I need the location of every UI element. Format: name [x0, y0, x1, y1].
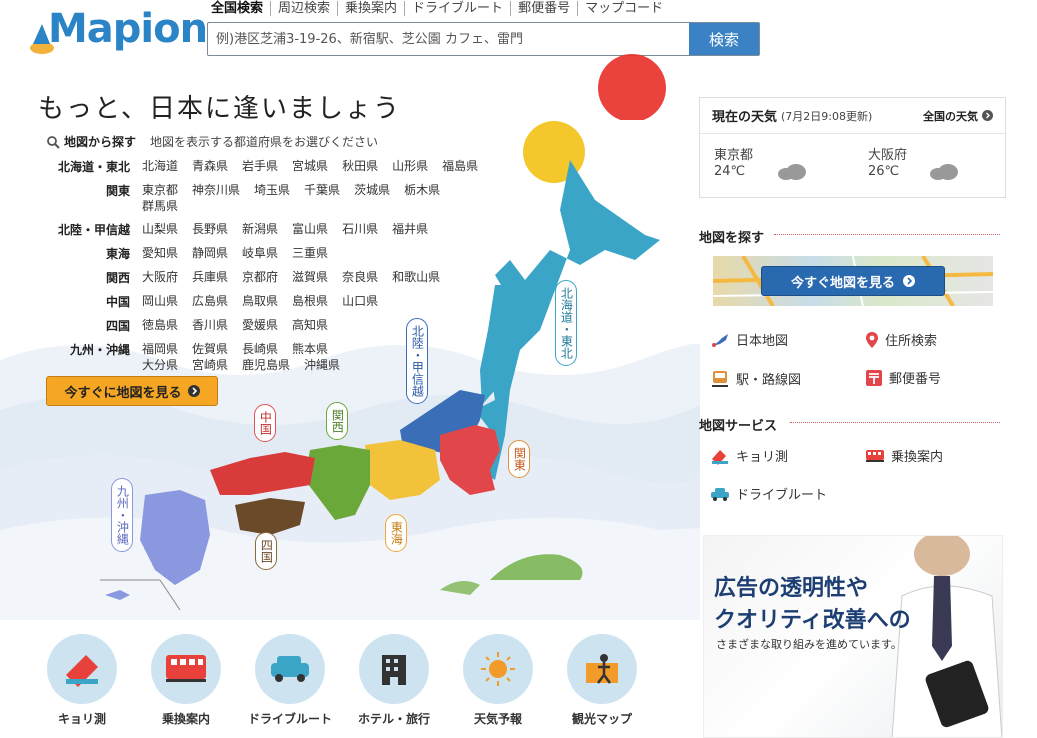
map-region-kyushu [140, 490, 210, 585]
tagline: もっと、日本に逢いましょう [38, 94, 401, 124]
ad-headline-2: クオリティ改善への [714, 608, 911, 633]
link-address-search[interactable]: 住所検索 [865, 330, 937, 349]
tab-nearby-search[interactable]: 周辺検索 [270, 1, 337, 16]
map-region-okinawa [105, 590, 130, 600]
section-divider [774, 234, 1000, 235]
link-label: 住所検索 [885, 334, 938, 349]
link-station-map[interactable]: 駅・路線図 [710, 368, 801, 388]
link-label: キョリ測 [736, 450, 789, 465]
sightseeing-icon [567, 634, 637, 704]
map-region-tokai [365, 440, 440, 500]
train-icon [151, 634, 221, 704]
logo-text: Mapion [48, 6, 208, 52]
section-divider [790, 422, 1000, 423]
ad-headline-1: 広告の透明性や [714, 576, 869, 601]
arrow-circle-icon [982, 110, 993, 121]
find-map-title: 地図を探す [699, 231, 765, 246]
service-label: 乗換案内 [161, 712, 210, 726]
service-label: 天気予報 [473, 712, 522, 726]
city-name: 大阪府 [868, 148, 908, 163]
service-drive[interactable]: ドライブルート [238, 634, 342, 727]
map-tag-kansai[interactable]: 関西 [326, 402, 349, 440]
train-icon [866, 449, 884, 462]
city-temp: 26℃ [868, 164, 900, 179]
ad-subtext: さまざまな取り組みを進めています。 [716, 638, 902, 651]
ad-banner[interactable]: 広告の透明性や クオリティ改善への さまざまな取り組みを進めています。 [703, 535, 1003, 738]
ruler-icon [712, 449, 728, 465]
map-banner[interactable]: 今すぐ地図を見る [713, 256, 993, 306]
car-icon [255, 634, 325, 704]
national-weather-label: 全国の天気 [923, 109, 978, 123]
service-sightseeing[interactable]: 観光マップ [550, 634, 654, 727]
search-box: 検索 [207, 22, 760, 56]
map-tag-kyushu[interactable]: 九州・沖縄 [111, 478, 134, 552]
magnifier-icon [47, 135, 60, 149]
station-icon [712, 371, 728, 387]
tab-transit[interactable]: 乗換案内 [337, 1, 404, 16]
tab-map-code[interactable]: マップコード [577, 1, 670, 16]
service-label: キョリ測 [57, 712, 106, 726]
national-weather-link[interactable]: 全国の天気 [923, 108, 993, 124]
service-weather[interactable]: 天気予報 [446, 634, 550, 727]
map-tag-kanto[interactable]: 関東 [508, 440, 531, 478]
link-label: ドライブルート [736, 488, 828, 503]
map-tag-tokai[interactable]: 東海 [385, 514, 408, 552]
link-label: 郵便番号 [889, 372, 942, 387]
weather-panel: 現在の天気 (7月2日9:08更新) 全国の天気 東京都 24℃ 大阪府 26℃ [699, 97, 1006, 198]
tab-drive-route[interactable]: ドライブルート [404, 1, 510, 16]
link-distance[interactable]: キョリ測 [710, 446, 788, 465]
map-region-kanto [440, 425, 500, 495]
green-land-decoration [490, 554, 583, 580]
sun-icon [463, 634, 533, 704]
map-tag-hokuriku[interactable]: 北陸・甲信越 [406, 318, 429, 404]
service-distance[interactable]: キョリ測 [30, 634, 134, 727]
banner-button-label: 今すぐ地図を見る [790, 275, 895, 291]
car-icon [711, 487, 729, 501]
weather-city-tokyo: 東京都 24℃ [714, 148, 753, 180]
cloud-icon [778, 164, 806, 180]
link-postal-code[interactable]: 郵便番号 [865, 368, 941, 387]
search-button[interactable]: 検索 [689, 23, 759, 55]
tab-postal-code[interactable]: 郵便番号 [510, 1, 577, 16]
link-transit[interactable]: 乗換案内 [865, 446, 943, 465]
map-region-shikoku [235, 498, 305, 535]
map-region-kansai [305, 445, 370, 520]
service-transit[interactable]: 乗換案内 [134, 634, 238, 727]
link-label: 乗換案内 [891, 450, 944, 465]
map-tag-shikoku[interactable]: 四国 [255, 532, 278, 570]
weather-title: 現在の天気 [712, 110, 778, 125]
map-region-chugoku [210, 452, 315, 495]
service-label: ドライブルート [247, 712, 332, 726]
city-temp: 24℃ [714, 164, 746, 179]
link-japan-map[interactable]: 日本地図 [710, 330, 788, 349]
map-tag-chugoku[interactable]: 中国 [254, 404, 277, 442]
link-drive[interactable]: ドライブルート [710, 484, 827, 503]
map-tag-hokkaido-tohoku[interactable]: 北海道・東北 [555, 280, 578, 366]
service-label: 観光マップ [571, 712, 632, 726]
service-label: ホテル・旅行 [357, 712, 430, 726]
hotel-icon [359, 634, 429, 704]
link-label: 駅・路線図 [736, 372, 802, 388]
weather-city-osaka: 大阪府 26℃ [868, 148, 907, 180]
japan-map-icon [712, 333, 728, 347]
postal-icon [866, 369, 882, 386]
service-icons-row: キョリ測 乗換案内 ドライブルート ホテル・旅行 天気予報 観光マップ [30, 634, 654, 727]
tab-national-search[interactable]: 全国検索 [211, 1, 270, 16]
map-services-title: 地図サービス [699, 419, 778, 434]
view-map-now-banner-button[interactable]: 今すぐ地図を見る [761, 266, 945, 296]
cloud-icon [930, 164, 958, 180]
city-name: 東京都 [714, 148, 754, 163]
pin-icon [866, 331, 878, 348]
arrow-circle-icon [903, 275, 915, 287]
ruler-icon [47, 634, 117, 704]
weather-updated: (7月2日9:08更新) [781, 109, 873, 123]
search-tabs: 全国検索 周辺検索 乗換案内 ドライブルート 郵便番号 マップコード [211, 1, 670, 16]
mapion-logo[interactable]: Mapion [28, 4, 208, 62]
link-label: 日本地図 [736, 334, 789, 349]
red-sun-decoration [598, 54, 666, 120]
service-hotel[interactable]: ホテル・旅行 [342, 634, 446, 727]
